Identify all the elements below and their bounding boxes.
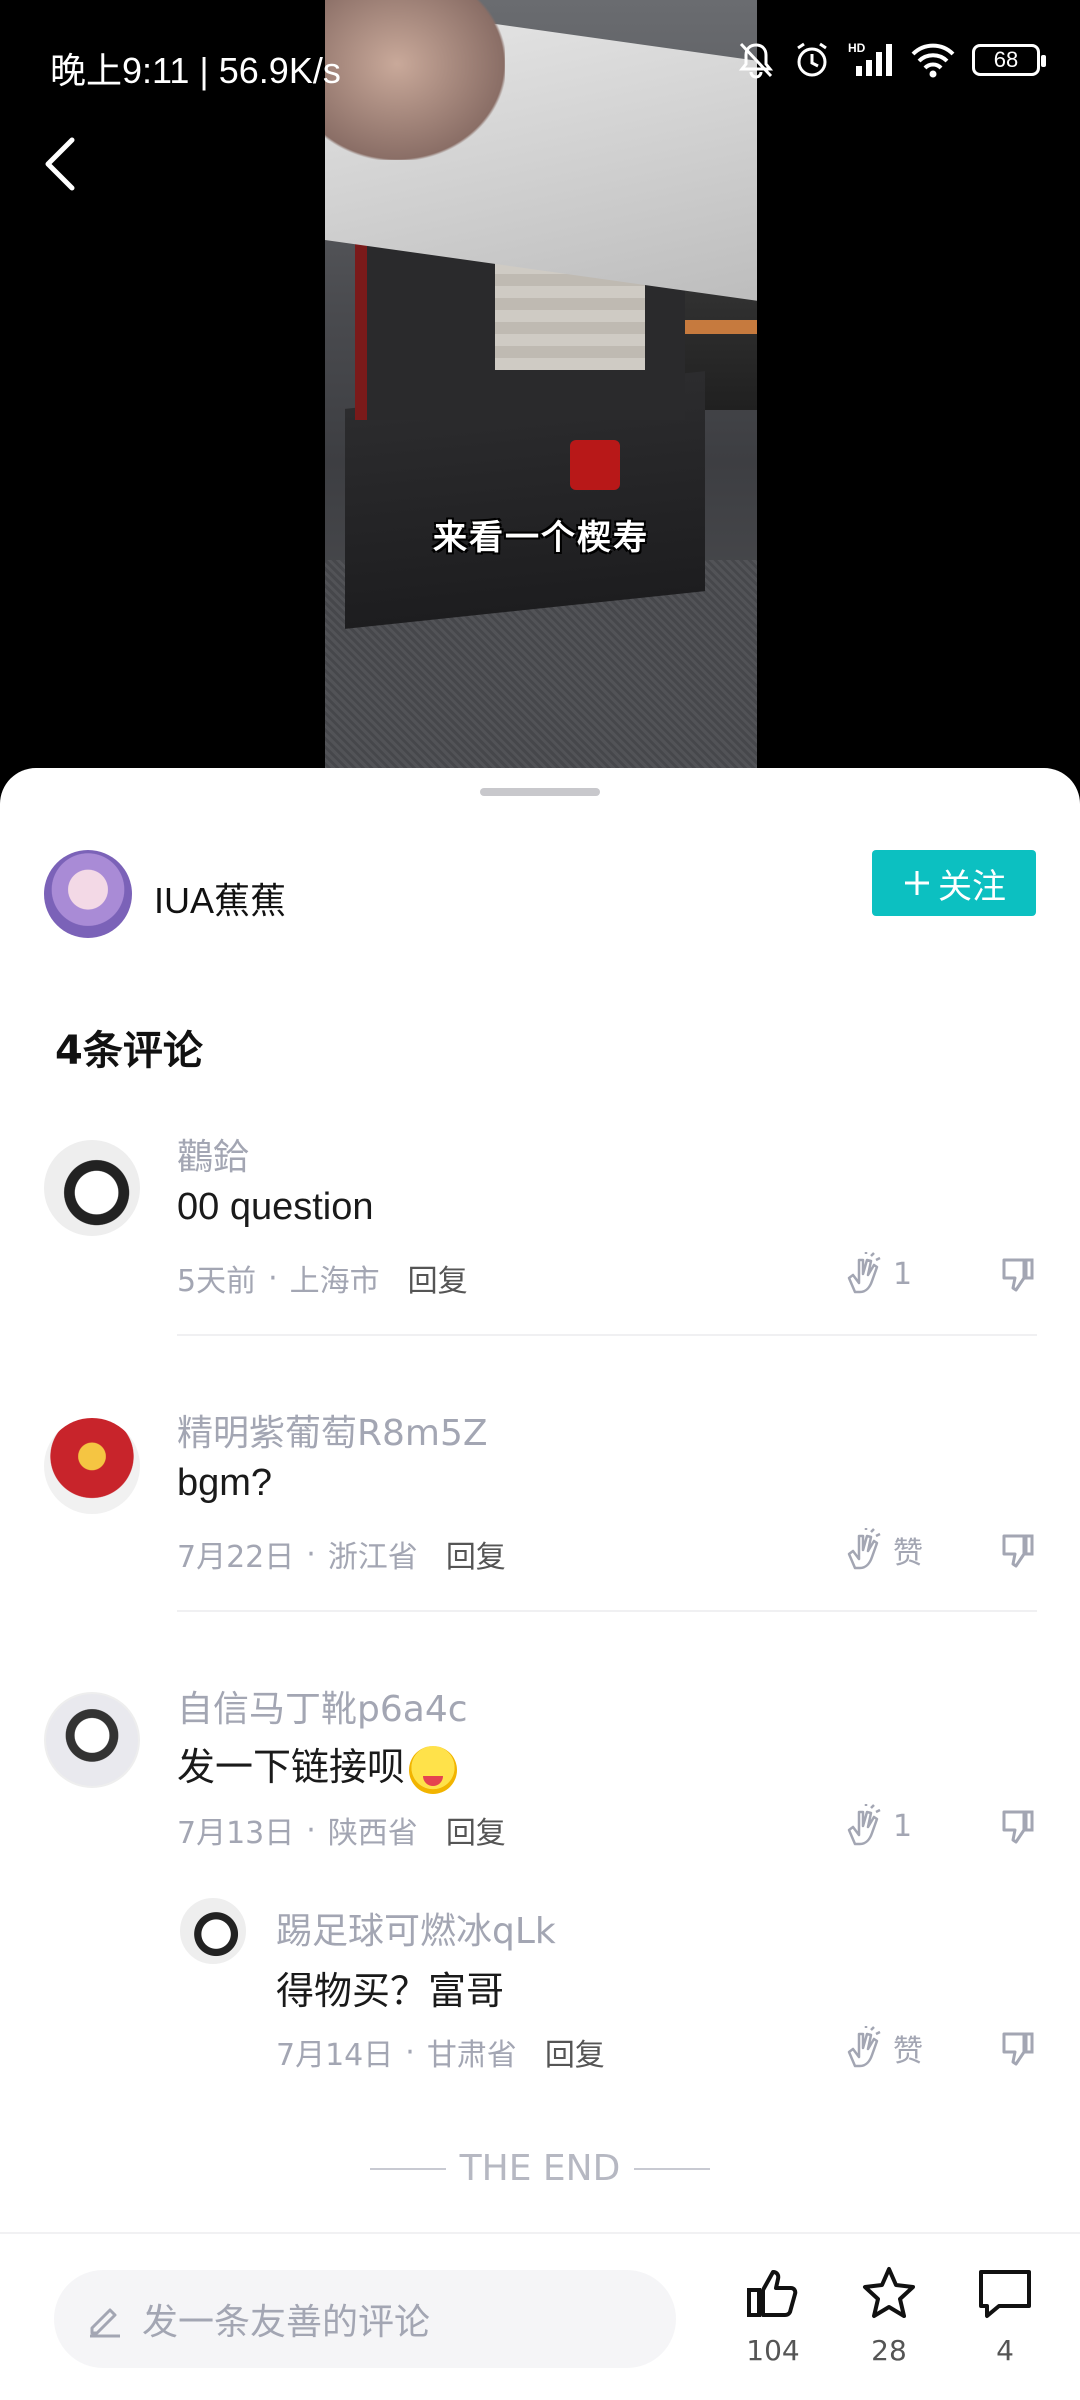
status-time: 晚上9:11 | 56.9K/s: [50, 50, 341, 91]
separator-dot: ·: [306, 1536, 316, 1572]
battery-indicator: 68: [972, 44, 1046, 76]
author-row: IUA蕉蕉 关注: [44, 850, 1036, 940]
like-button[interactable]: 1: [845, 1804, 912, 1848]
separator-dot: ·: [405, 2034, 415, 2070]
video-shelf-board: [675, 320, 757, 334]
bottom-bar: 发一条友善的评论 104 28 4: [0, 2232, 1080, 2400]
follow-button[interactable]: 关注: [872, 850, 1036, 916]
comment-avatar[interactable]: [44, 1140, 140, 1236]
clap-icon: [847, 1528, 881, 1570]
comment-divider: [177, 1610, 1037, 1612]
comment-location: 陕西省: [327, 1816, 418, 1851]
favorite-button[interactable]: 28: [834, 2264, 944, 2367]
comment-username[interactable]: 自信马丁靴p6a4c: [177, 1680, 468, 1732]
chevron-left-icon: [45, 137, 75, 191]
comment-time: 5天前: [177, 1264, 257, 1299]
reply-avatar[interactable]: [180, 1898, 246, 1964]
dislike-button[interactable]: [998, 1530, 1038, 1574]
comment-input[interactable]: 发一条友善的评论: [54, 2270, 676, 2368]
end-label: THE END: [459, 2148, 621, 2189]
dislike-button[interactable]: [998, 1254, 1038, 1298]
reply-username[interactable]: 踢足球可燃冰qLk: [276, 1902, 556, 1954]
comment-button[interactable]: 4: [950, 2264, 1060, 2367]
clap-icon: [847, 2026, 881, 2068]
comment-count: 4: [996, 2334, 1014, 2367]
thumbs-down-icon: [1002, 2032, 1034, 2066]
favorite-count: 28: [871, 2334, 907, 2367]
like-video-button[interactable]: 104: [718, 2264, 828, 2367]
comment-username[interactable]: 鸛鉿: [177, 1128, 249, 1180]
wifi-icon: [911, 43, 955, 78]
drooling-emoji-icon: [409, 1745, 458, 1794]
comment-avatar[interactable]: [44, 1418, 140, 1514]
thumbs-down-icon: [1002, 1258, 1034, 1292]
like-label: 赞: [893, 2034, 923, 2069]
like-button[interactable]: 赞: [845, 1528, 923, 1572]
like-button[interactable]: 赞: [845, 2026, 923, 2070]
comment-text: bgm?: [177, 1462, 273, 1504]
video-box-logo: [570, 440, 620, 490]
star-icon: [863, 2267, 915, 2318]
reply-button[interactable]: 回复: [408, 1256, 468, 1300]
comment-location: 浙江省: [327, 1540, 418, 1575]
comment-text: 00 question: [177, 1186, 374, 1228]
drag-handle[interactable]: [480, 788, 600, 796]
status-icons: HD 68: [736, 40, 1046, 80]
end-line-right: [634, 2167, 711, 2170]
comment-time: 7月13日: [177, 1816, 295, 1851]
follow-label: 关注: [938, 866, 1006, 907]
clap-icon: [847, 1252, 881, 1294]
comment-bubble-icon: [979, 2270, 1031, 2318]
plus-icon: [905, 871, 929, 895]
reply-location: 甘肃省: [426, 2038, 517, 2073]
comment-meta: 7月13日 · 陕西省 回复: [177, 1808, 506, 1852]
comment-sheet: IUA蕉蕉 关注 4条评论 鸛鉿 00 question 5天前 · 上海市 回…: [0, 768, 1080, 2400]
status-bar: 晚上9:11 | 56.9K/s HD 68: [0, 0, 1080, 128]
thumbs-down-icon: [1002, 1534, 1034, 1568]
reply-text: 得物买？富哥: [276, 1971, 505, 2013]
comment-count-title: 4条评论: [55, 1028, 203, 1074]
reply-button[interactable]: 回复: [545, 2030, 605, 2074]
mute-bell-icon: [738, 42, 774, 79]
author-avatar[interactable]: [44, 850, 132, 938]
like-count: 1: [893, 1256, 913, 1292]
reply-meta: 7月14日 · 甘肃省 回复: [276, 2030, 605, 2074]
video-subtitle: 来看一个楔寿: [433, 518, 649, 558]
end-line-left: [369, 2167, 446, 2170]
back-button[interactable]: [38, 130, 88, 200]
comment-meta: 7月22日 · 浙江省 回复: [177, 1532, 506, 1576]
reply-button[interactable]: 回复: [446, 1808, 506, 1852]
clap-icon: [847, 1804, 881, 1846]
like-count: 104: [746, 2334, 800, 2367]
like-label: 赞: [893, 1536, 923, 1571]
comment-text: 发一下链接呗: [177, 1736, 458, 1794]
like-count: 1: [893, 1808, 913, 1844]
comment-divider: [177, 1334, 1037, 1336]
comment-avatar[interactable]: [44, 1692, 140, 1788]
dislike-button[interactable]: [998, 2028, 1038, 2072]
comment-location: 上海市: [289, 1264, 380, 1299]
thumbs-down-icon: [1002, 1810, 1034, 1844]
end-marker: THE END: [0, 2148, 1080, 2189]
reply-button[interactable]: 回复: [446, 1532, 506, 1576]
like-button[interactable]: 1: [845, 1252, 912, 1296]
author-name[interactable]: IUA蕉蕉: [154, 872, 286, 924]
reply-time: 7月14日: [276, 2038, 394, 2073]
comment-time: 7月22日: [177, 1540, 295, 1575]
separator-dot: ·: [268, 1260, 278, 1296]
dislike-button[interactable]: [998, 1806, 1038, 1850]
comment-text-content: 发一下链接呗: [177, 1747, 406, 1789]
separator-dot: ·: [306, 1812, 316, 1848]
thumbs-up-icon: [747, 2270, 798, 2317]
pencil-icon: [90, 2308, 120, 2338]
comment-username[interactable]: 精明紫葡萄R8m5Z: [177, 1404, 488, 1456]
comment-input-placeholder: 发一条友善的评论: [142, 2302, 431, 2343]
svg-text:HD: HD: [848, 41, 866, 55]
alarm-icon: [797, 42, 827, 77]
signal-icon: HD: [848, 41, 892, 76]
comment-meta: 5天前 · 上海市 回复: [177, 1256, 468, 1300]
